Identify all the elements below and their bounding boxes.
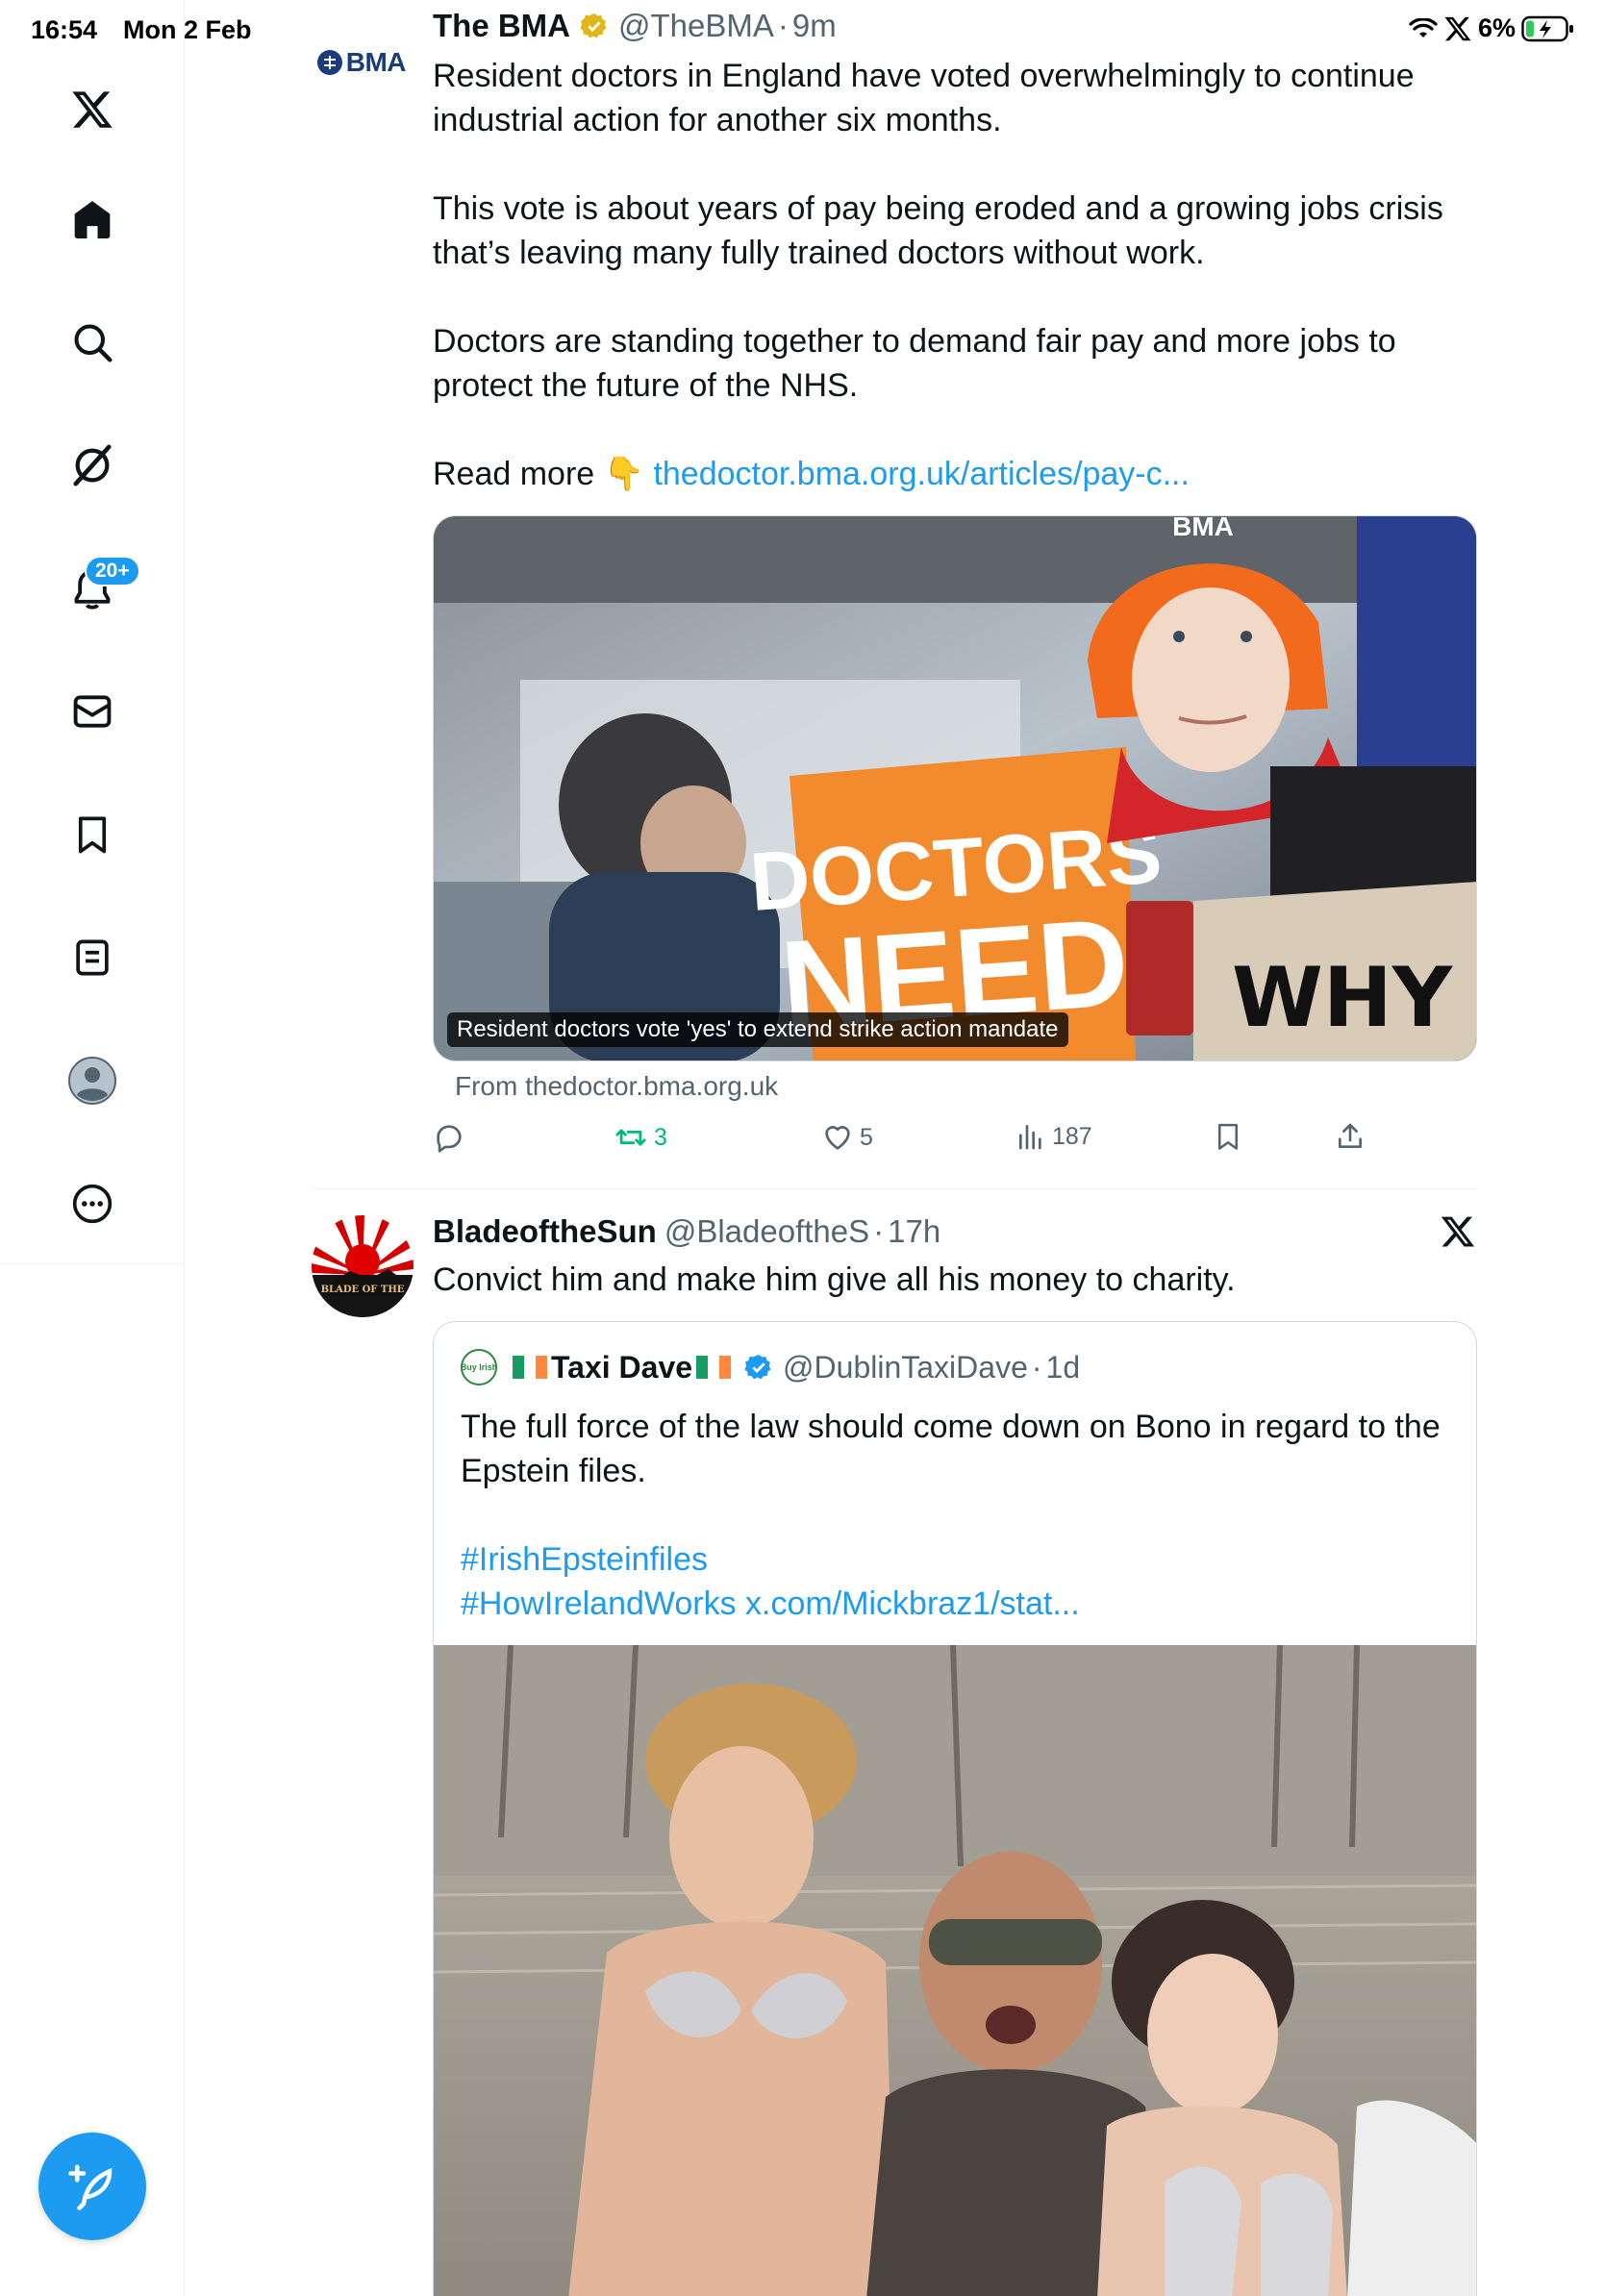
tweet1-handle[interactable]: @TheBMA [618,8,774,44]
heart-icon [825,1126,850,1150]
tweet2-body: Convict him and make him give all his mo… [433,1258,1452,1302]
tweet2-dot: · [873,1213,885,1249]
bookmark-icon [1218,1123,1238,1150]
x-app-icon [1444,16,1471,40]
repost-count: 3 [654,1123,667,1151]
quote-photo-image [434,1645,1476,2296]
reply-button[interactable] [433,1121,471,1154]
quote-handle[interactable]: @DublinTaxiDave [783,1350,1028,1385]
tweet1-article-link[interactable]: thedoctor.bma.org.uk/articles/pay-c... [653,456,1189,492]
home-icon[interactable] [54,181,131,258]
quote-url-link[interactable]: x.com/Mickbraz1/stat... [745,1585,1080,1622]
ireland-flag-icon [513,1356,547,1379]
tweet1-link-card[interactable]: DOCTORS NEED BMA WHY IS M Resident docto… [433,515,1477,1061]
verified-gold-icon [580,12,607,38]
bookmark-button[interactable] [1214,1121,1242,1152]
sidebar: 20+ [0,0,185,2296]
tweet2-time[interactable]: 17h [888,1213,940,1250]
hashtag-link[interactable]: #HowIrelandWorks [461,1585,737,1622]
bma-avatar[interactable]: BMA [317,47,407,77]
hashtag-link[interactable]: #IrishEpsteinfiles [461,1541,708,1578]
grok-icon[interactable] [54,427,131,504]
views-count: 187 [1052,1122,1092,1150]
ireland-flag-icon [696,1356,732,1379]
status-right: 6% [1409,13,1575,43]
tweet1-author-name[interactable]: The BMA [433,8,570,44]
taxidave-avatar[interactable]: Buy Irish [461,1349,497,1385]
views-button[interactable]: 187 [1015,1121,1092,1152]
repost-button[interactable]: 3 [614,1121,667,1154]
battery-charging-icon [1521,15,1573,41]
wifi-icon [1409,17,1438,37]
quote-time[interactable]: 1d [1046,1350,1081,1385]
battery-percent: 6% [1477,13,1516,42]
blade-avatar-text: BLADE OF THE [321,1285,405,1295]
messages-icon[interactable] [54,673,131,750]
tweet1-paragraph: Resident doctors in England have voted o… [433,58,1415,138]
placard-text: WHY IS M [1232,950,1477,1046]
tweet1-card-image: DOCTORS NEED BMA WHY IS M [434,516,1477,1061]
quote-hashtag-line2: #HowIrelandWorks x.com/Mickbraz1/stat... [461,1582,1461,1626]
bladeofthesun-avatar[interactable]: BLADE OF THE [312,1215,414,1317]
quote-hashtag-line1: #IrishEpsteinfiles [461,1537,1461,1582]
x-overlay-icon[interactable] [1439,1213,1477,1255]
share-icon [1339,1123,1362,1148]
tweet1-actions: 3 5 187 [433,1121,1394,1163]
quote-header: Buy Irish Taxi Dave @DublinTaxiDave · 1d [461,1349,1080,1385]
bookmarks-icon[interactable] [54,796,131,873]
more-icon[interactable] [54,1165,131,1242]
quote-photo[interactable] [434,1645,1476,2296]
x-logo-icon[interactable] [54,71,131,148]
share-button[interactable] [1335,1121,1366,1152]
tweet1-read-more-line: Read more 👇 thedoctor.bma.org.uk/article… [433,452,1452,496]
verified-blue-icon [744,1354,771,1380]
profile-avatar[interactable] [54,1042,131,1119]
tweet1-dot: · [777,8,789,43]
tweet1-paragraph: This vote is about years of pay being er… [433,190,1443,271]
quote-body: The full force of the law should come do… [461,1405,1461,1626]
compose-feather-icon [68,2164,113,2210]
pointing-down-emoji: 👇 [603,456,644,492]
notifications-badge: 20+ [85,556,140,586]
tweet2-header: BladeoftheSun @BladeoftheS · 17h [433,1213,940,1250]
tweet1-header: The BMA @TheBMA · 9m [433,8,837,44]
tweet1-card-caption: Resident doctors vote 'yes' to extend st… [447,1012,1068,1047]
lists-icon[interactable] [54,919,131,996]
tweet1-card-source[interactable]: From thedoctor.bma.org.uk [455,1071,778,1102]
tweet1-paragraph: Doctors are standing together to demand … [433,323,1396,404]
tweet1-body: Resident doctors in England have voted o… [433,54,1452,496]
views-icon [1019,1125,1041,1150]
tweet2-text: Convict him and make him give all his mo… [433,1261,1236,1298]
quote-dot: · [1031,1349,1042,1385]
tweet1-time[interactable]: 9m [792,8,837,44]
like-count: 5 [860,1123,873,1151]
repost-icon [615,1129,646,1146]
bma-emblem-icon [317,50,342,75]
tweet2-handle[interactable]: @BladeoftheS [664,1213,869,1250]
compose-button[interactable] [38,2133,146,2240]
tweet-divider [312,1188,1477,1189]
bma-avatar-text: BMA [345,47,407,77]
quote-text: The full force of the law should come do… [461,1409,1441,1489]
reply-icon [437,1125,462,1153]
tweet2-author-name[interactable]: BladeoftheSun [433,1213,657,1250]
quoted-tweet-card[interactable]: Buy Irish Taxi Dave @DublinTaxiDave · 1d… [433,1321,1477,2296]
quote-author-name[interactable]: Taxi Dave [551,1350,692,1385]
sidebar-divider [0,1263,185,1264]
read-more-text: Read more [433,456,595,492]
hat-text: BMA [1172,516,1234,541]
like-button[interactable]: 5 [821,1121,873,1154]
search-icon[interactable] [54,304,131,381]
